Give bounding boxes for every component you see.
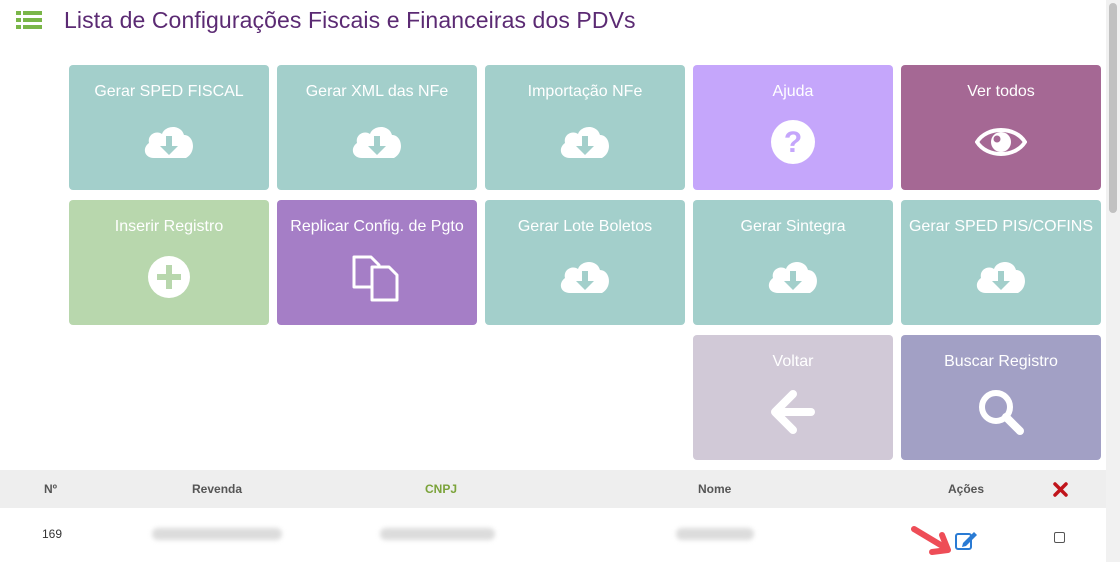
cloud-download-icon: [141, 115, 197, 169]
gerar-sped-pis-cofins-button[interactable]: Gerar SPED PIS/COFINS: [901, 200, 1101, 325]
list-icon: [16, 11, 42, 29]
row-cnpj-redacted: [380, 504, 495, 564]
page-title: Lista de Configurações Fiscais e Finance…: [64, 6, 636, 33]
gerar-sintegra-button[interactable]: Gerar Sintegra: [693, 200, 893, 325]
eye-icon: [975, 115, 1027, 169]
vertical-scrollbar[interactable]: [1106, 0, 1120, 562]
close-icon[interactable]: [1053, 470, 1068, 508]
cloud-download-icon: [765, 250, 821, 304]
row-select-checkbox[interactable]: [1054, 507, 1065, 567]
tile-label: Ver todos: [967, 83, 1035, 100]
header-acoes: Ações: [948, 482, 985, 496]
tile-label: Importação NFe: [527, 83, 643, 100]
cloud-download-icon: [973, 250, 1029, 304]
buscar-registro-button[interactable]: Buscar Registro: [901, 335, 1101, 460]
table-header: Nº Revenda CNPJ Nome Ações: [0, 470, 1106, 508]
table-row[interactable]: 169: [0, 508, 1106, 562]
row-revenda-redacted: [152, 504, 282, 564]
scrollbar-thumb[interactable]: [1109, 3, 1117, 213]
tile-label: Gerar Sintegra: [740, 218, 846, 235]
header-nome[interactable]: Nome: [698, 470, 731, 508]
gerar-sped-fiscal-button[interactable]: Gerar SPED FISCAL: [69, 65, 269, 190]
gerar-lote-boletos-button[interactable]: Gerar Lote Boletos: [485, 200, 685, 325]
tile-label: Ajuda: [772, 83, 814, 100]
ajuda-button[interactable]: Ajuda ?: [693, 65, 893, 190]
replicar-config-pgto-button[interactable]: Replicar Config. de Pgto: [277, 200, 477, 325]
tile-label: Gerar XML das NFe: [305, 83, 449, 100]
header-numero[interactable]: Nº: [44, 470, 57, 508]
tile-label: Gerar SPED PIS/COFINS: [908, 218, 1094, 235]
header-revenda[interactable]: Revenda: [192, 470, 242, 508]
arrow-left-icon: [771, 385, 815, 439]
svg-text:?: ?: [784, 126, 802, 159]
cloud-download-icon: [349, 115, 405, 169]
records-table: Nº Revenda CNPJ Nome Ações 169: [0, 470, 1106, 562]
tile-label: Inserir Registro: [114, 218, 224, 235]
tile-label: Replicar Config. de Pgto: [290, 218, 464, 235]
cloud-download-icon: [557, 115, 613, 169]
copy-icon: [351, 250, 403, 304]
header-cnpj[interactable]: CNPJ: [425, 470, 457, 508]
ver-todos-button[interactable]: Ver todos: [901, 65, 1101, 190]
red-arrow-icon: [910, 510, 954, 570]
tile-label: Voltar: [772, 353, 814, 370]
action-tiles: Gerar SPED FISCAL Gerar XML das NFe Impo…: [69, 65, 1101, 460]
page-header: Lista de Configurações Fiscais e Finance…: [16, 4, 636, 36]
question-circle-icon: ?: [770, 115, 816, 169]
tile-label: Buscar Registro: [944, 353, 1058, 370]
tile-label: Gerar Lote Boletos: [517, 218, 653, 235]
gerar-xml-nfe-button[interactable]: Gerar XML das NFe: [277, 65, 477, 190]
row-nome-redacted: [676, 504, 754, 564]
inserir-registro-button[interactable]: Inserir Registro: [69, 200, 269, 325]
plus-circle-icon: [147, 250, 191, 304]
importacao-nfe-button[interactable]: Importação NFe: [485, 65, 685, 190]
row-numero: 169: [42, 527, 63, 541]
cloud-download-icon: [557, 250, 613, 304]
search-icon: [977, 385, 1025, 439]
edit-icon[interactable]: [954, 510, 978, 570]
tile-label: Gerar SPED FISCAL: [94, 83, 244, 100]
voltar-button[interactable]: Voltar: [693, 335, 893, 460]
